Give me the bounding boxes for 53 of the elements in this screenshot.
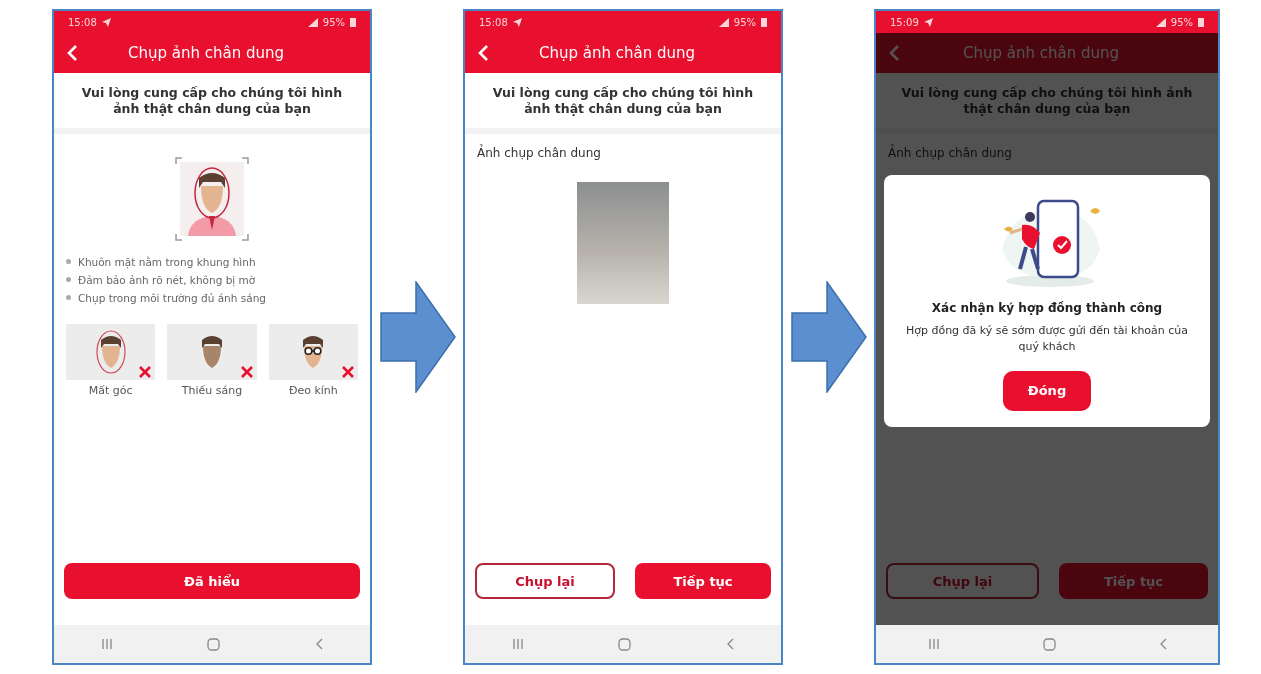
bullet-icon — [66, 259, 71, 264]
battery-icon — [1198, 17, 1204, 27]
right-arrow-icon — [379, 281, 456, 393]
intro-text: Vui lòng cung cấp cho chúng tôi hình ảnh thật chân dung của bạn — [465, 73, 781, 134]
home-icon[interactable] — [207, 637, 221, 651]
primary-button[interactable]: Đã hiểu — [64, 563, 360, 599]
home-icon[interactable] — [618, 637, 632, 651]
screen-title: Chụp ảnh chân dung — [127, 44, 285, 62]
back-icon[interactable] — [1158, 638, 1167, 650]
section-label: Ảnh chụp chân dung — [477, 145, 601, 160]
send-icon — [101, 17, 111, 27]
dialog-message: Hợp đồng đã ký sẽ sớm được gửi đến tài khoản của quý khách — [904, 323, 1190, 355]
send-icon — [923, 17, 933, 27]
example-label: Thiếu sáng — [181, 383, 243, 397]
intro-text: Vui lòng cung cấp cho chúng tôi hình ảnh thật chân dung của bạn — [54, 73, 370, 134]
recent-apps-icon[interactable] — [512, 638, 525, 650]
battery-icon — [761, 17, 767, 27]
signal-icon — [307, 17, 318, 27]
intro-text: Vui lòng cung cấp cho chúng tôi hình ảnh thật chân dung của bạn — [876, 73, 1218, 134]
recent-apps-icon[interactable] — [101, 638, 114, 650]
right-arrow-icon — [790, 281, 867, 393]
tip-text: Đảm bảo ảnh rõ nét, không bị mờ — [78, 273, 256, 286]
battery-percent: 95% — [1170, 16, 1193, 28]
home-icon[interactable] — [1042, 637, 1056, 651]
example-label: Mất góc — [88, 383, 133, 397]
screen-title: Chụp ảnh chân dung — [538, 44, 696, 62]
primary-button[interactable]: Tiếp tục — [635, 563, 771, 599]
face-icon — [95, 329, 126, 374]
send-icon — [512, 17, 522, 27]
example-label: Đeo kính — [288, 383, 338, 397]
close-button[interactable]: Đóng — [1003, 370, 1091, 411]
screen-title: Chụp ảnh chân dung — [962, 44, 1120, 62]
bullet-icon — [66, 295, 71, 300]
tip-text: Khuôn mặt nằm trong khung hình — [78, 255, 256, 268]
status-time: 15:08 — [68, 16, 97, 28]
battery-icon — [350, 17, 356, 27]
cross-icon — [240, 365, 253, 378]
section-label: Ảnh chụp chân dung — [888, 145, 1012, 160]
back-icon[interactable] — [314, 638, 323, 650]
signal-icon — [1155, 17, 1166, 27]
outline-button[interactable]: Chụp lại — [475, 563, 615, 599]
cross-icon — [342, 365, 354, 378]
battery-percent: 95% — [733, 16, 756, 28]
dialog-title: Xác nhận ký hợp đồng thành công — [931, 301, 1163, 315]
recent-apps-icon[interactable] — [927, 638, 940, 650]
cross-icon — [139, 365, 152, 378]
tip-text: Chụp trong môi trường đủ ánh sáng — [78, 291, 266, 304]
signal-icon — [718, 17, 729, 27]
back-icon[interactable] — [725, 638, 734, 650]
status-time: 15:09 — [890, 16, 919, 28]
bullet-icon — [66, 277, 71, 282]
battery-percent: 95% — [322, 16, 345, 28]
status-time: 15:08 — [479, 16, 508, 28]
